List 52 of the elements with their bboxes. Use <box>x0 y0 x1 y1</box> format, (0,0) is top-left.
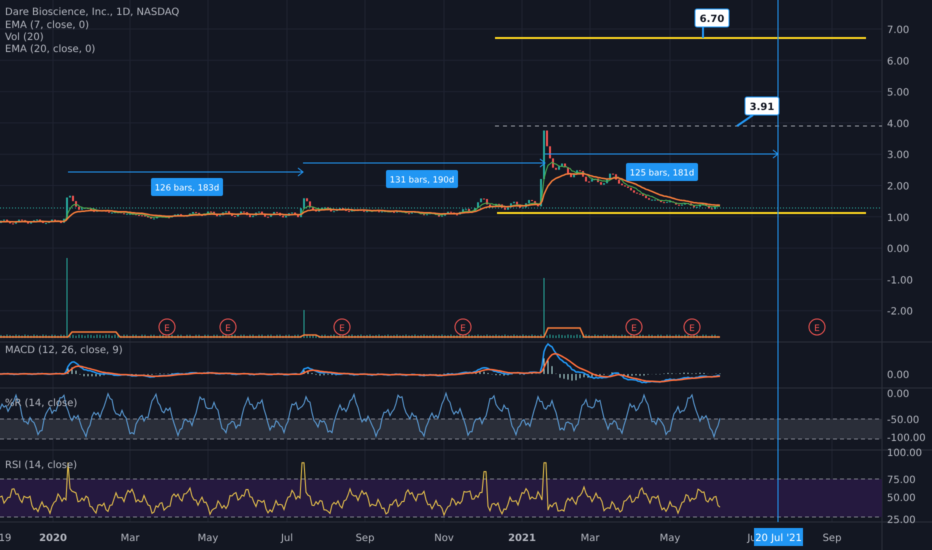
earnings-marker[interactable]: E <box>626 318 642 336</box>
time-label: Jul <box>280 533 294 544</box>
axis-label: -50.00 <box>887 415 920 426</box>
earnings-marker[interactable]: E <box>334 318 350 336</box>
crosshair-date-label: 20 Jul '21 <box>754 528 803 546</box>
range-arrow[interactable] <box>544 150 779 158</box>
axis-label: 0.00 <box>887 389 910 400</box>
time-label: 2020 <box>39 533 67 544</box>
earnings-marker[interactable]: E <box>158 318 176 336</box>
time-label: Mar <box>120 533 140 544</box>
axis-label: 4.00 <box>887 118 910 130</box>
time-label: Sep <box>356 533 374 544</box>
time-label: May <box>198 533 218 544</box>
axis-label: 25.00 <box>887 515 916 526</box>
axis-label: 0.00 <box>887 370 910 381</box>
earnings-marker[interactable]: E <box>220 318 236 336</box>
price-label[interactable]: 3.91 <box>744 96 780 116</box>
chart-title: Dare Bioscience, Inc., 1D, NASDAQ <box>5 7 180 18</box>
axis-label: -2.00 <box>887 306 913 318</box>
leader-line <box>702 27 704 38</box>
earnings-marker[interactable]: E <box>808 318 826 336</box>
axis-label: 1.00 <box>887 212 910 224</box>
time-label: 19 <box>0 533 12 544</box>
time-label: Mar <box>580 533 600 544</box>
axis-label: -1.00 <box>887 275 913 286</box>
range-arrow[interactable] <box>68 168 304 176</box>
axis-label: -100.00 <box>887 433 926 444</box>
range-label: 125 bars, 181d <box>626 163 698 181</box>
time-label: Sep <box>822 533 842 544</box>
axis-label: 2.00 <box>887 182 910 192</box>
axis-label: 5.00 <box>887 88 910 99</box>
indicator-label: EMA (20, close, 0) <box>5 44 96 55</box>
axis-label: 75.00 <box>887 475 916 486</box>
range-arrow[interactable] <box>302 158 546 168</box>
earnings-marker[interactable]: E <box>454 318 472 336</box>
axis-label: 7.00 <box>887 25 910 36</box>
indicator-label: EMA (7, close, 0) <box>5 20 89 31</box>
axis-label: 100.00 <box>887 448 922 459</box>
price-label[interactable]: 6.70 <box>694 8 730 28</box>
axis-label: 0.00 <box>887 244 910 256</box>
axis-label: 3.00 <box>887 150 910 162</box>
earnings-marker[interactable]: E <box>684 318 700 336</box>
range-label: 131 bars, 190d <box>386 170 458 188</box>
indicator-label: Vol (20) <box>5 32 44 43</box>
pane-title: MACD (12, 26, close, 9) <box>5 345 123 356</box>
time-label: 2021 <box>508 533 536 544</box>
range-label: 126 bars, 183d <box>151 178 223 196</box>
axis-label: 50.00 <box>887 493 916 504</box>
axis-label: 6.00 <box>887 56 910 68</box>
leader-line <box>736 114 754 127</box>
time-label: Nov <box>434 533 454 544</box>
time-label: May <box>660 533 680 544</box>
